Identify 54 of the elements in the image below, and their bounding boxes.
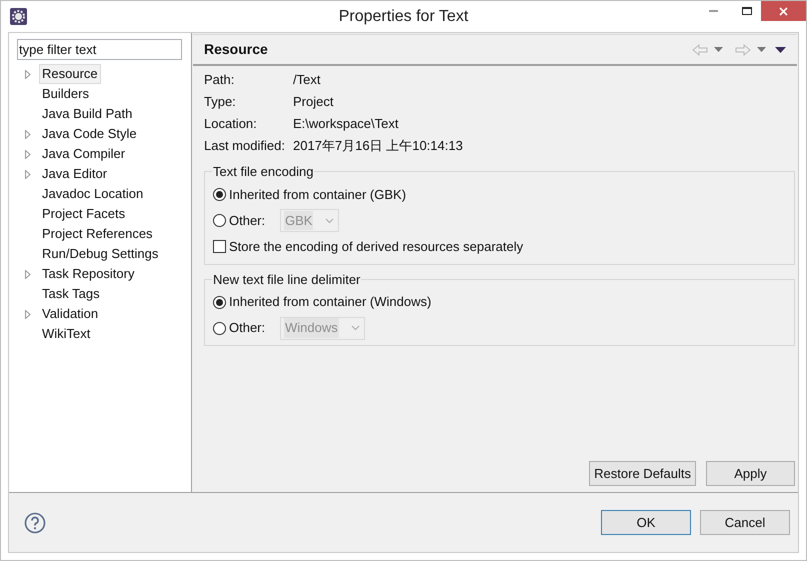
menu-caret-icon[interactable] bbox=[775, 46, 786, 52]
expand-arrow-icon[interactable] bbox=[25, 150, 31, 158]
close-button[interactable] bbox=[761, 1, 806, 21]
page-button[interactable]: Apply bbox=[706, 461, 795, 486]
info-label: Last modified: bbox=[204, 137, 286, 156]
info-value: 2017年7月16日 上午10:14:13 bbox=[293, 137, 463, 156]
expand-arrow-icon[interactable] bbox=[25, 70, 31, 78]
tree-item[interactable]: Javadoc Location bbox=[39, 184, 146, 204]
tree-item[interactable]: Run/Debug Settings bbox=[39, 244, 162, 264]
radio-button[interactable] bbox=[213, 188, 226, 201]
tree-item[interactable]: Task Tags bbox=[39, 284, 103, 304]
tree-item[interactable]: Java Compiler bbox=[39, 144, 128, 164]
tree-item[interactable]: WikiText bbox=[39, 324, 94, 344]
tree-item[interactable]: Task Repository bbox=[39, 264, 138, 284]
expand-arrow-icon[interactable] bbox=[25, 270, 31, 278]
radio-label: Inherited from container (Windows) bbox=[229, 293, 432, 312]
radio-button[interactable] bbox=[213, 296, 226, 308]
expand-arrow-icon[interactable] bbox=[25, 170, 31, 178]
chevron-down-icon bbox=[350, 325, 360, 331]
group-title: New text file line delimiter bbox=[212, 270, 362, 288]
info-value: /Text bbox=[293, 71, 320, 90]
checkbox[interactable] bbox=[213, 240, 226, 253]
info-label: Type: bbox=[204, 93, 237, 112]
expand-arrow-icon[interactable] bbox=[25, 130, 31, 138]
filter-field[interactable]: type filter text bbox=[17, 39, 182, 60]
tree-item[interactable]: Project Facets bbox=[39, 204, 128, 224]
info-label: Location: bbox=[204, 115, 258, 134]
tree-item[interactable]: Resource bbox=[39, 64, 101, 84]
chevron-down-icon bbox=[325, 218, 334, 224]
caret-icon[interactable] bbox=[757, 47, 766, 52]
radio-label: Other: bbox=[229, 319, 266, 338]
expand-arrow-icon[interactable] bbox=[25, 310, 31, 318]
tree-item[interactable]: Validation bbox=[39, 304, 102, 324]
info-value: E:\workspace\Text bbox=[293, 115, 398, 134]
radio-label: Inherited from container (GBK) bbox=[229, 186, 406, 204]
dialog-button[interactable]: OK bbox=[601, 510, 691, 535]
page-title: Resource bbox=[204, 40, 268, 59]
tree-item[interactable]: Java Code Style bbox=[39, 124, 140, 144]
radio-label: Other: bbox=[229, 212, 266, 230]
tree-item[interactable]: Builders bbox=[39, 84, 92, 104]
tree-item[interactable]: Project References bbox=[39, 224, 156, 244]
gear-icon bbox=[10, 8, 27, 25]
dialog-button[interactable]: Cancel bbox=[700, 510, 790, 535]
info-value: Project bbox=[293, 93, 334, 112]
window-title: Properties for Text bbox=[338, 6, 468, 26]
checkbox-label: Store the encoding of derived resources separately bbox=[229, 238, 524, 256]
caret-icon[interactable] bbox=[714, 47, 723, 52]
close-icon bbox=[779, 6, 788, 16]
help-icon[interactable] bbox=[24, 512, 46, 534]
page-button[interactable]: Restore Defaults bbox=[589, 461, 696, 486]
info-label: Path: bbox=[204, 71, 236, 90]
group-title: Text file encoding bbox=[212, 163, 314, 181]
tree-item[interactable]: Java Build Path bbox=[39, 104, 136, 124]
tree-item[interactable]: Java Editor bbox=[39, 164, 110, 184]
